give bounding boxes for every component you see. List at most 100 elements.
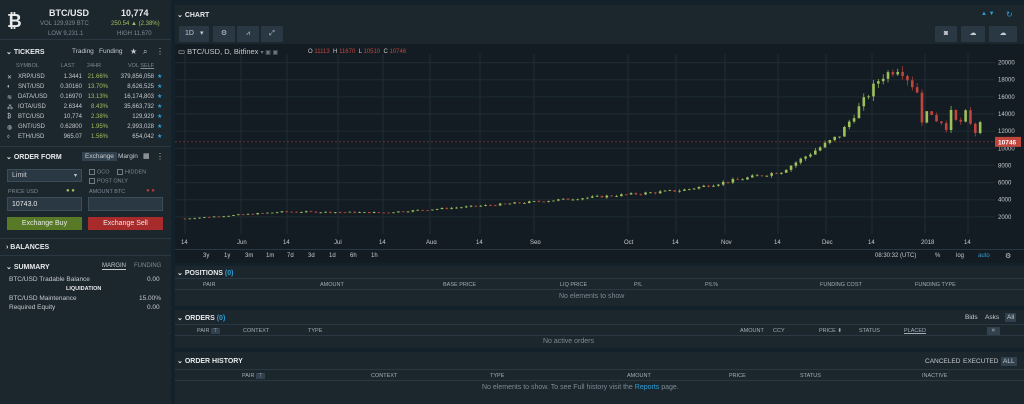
range-button[interactable]: 7d	[287, 253, 294, 259]
tab-funding[interactable]: Funding	[99, 48, 123, 55]
col-type[interactable]: TYPE	[490, 370, 504, 382]
reports-link[interactable]: Reports	[635, 384, 660, 391]
col-amount[interactable]: AMOUNT	[740, 325, 764, 337]
collapse-chevron-icon[interactable]: ⌄	[177, 358, 185, 365]
favorite-star-icon[interactable]: ★	[157, 123, 162, 130]
col-funding-type[interactable]: FUNDING TYPE	[915, 279, 956, 291]
tab-trading[interactable]: Trading	[72, 48, 94, 55]
col-pl[interactable]: P/L	[634, 279, 642, 291]
col-context[interactable]: CONTEXT	[371, 370, 397, 382]
col-funding-cost[interactable]: FUNDING COST	[820, 279, 862, 291]
exchange-buy-button[interactable]: Exchange Buy	[7, 217, 82, 230]
ticker-row[interactable]: ◍ GNT/USD 0.62800 1.95% 2,993,028 ★	[0, 122, 171, 132]
col-placed[interactable]: PLACED	[904, 325, 926, 337]
tab-canceled[interactable]: CANCELED	[925, 358, 960, 365]
range-button[interactable]: 3d	[308, 253, 315, 259]
chart-settings-icon[interactable]: ⚙	[1005, 252, 1011, 260]
tab-margin[interactable]: Margin	[118, 153, 138, 160]
ticker-row[interactable]: ⁂ IOTA/USD 2.6344 8.43% 35,663,732 ★	[0, 102, 171, 112]
range-button[interactable]: 6h	[350, 253, 357, 259]
favorite-star-icon[interactable]: ★	[157, 103, 162, 110]
favorite-star-icon[interactable]: ★	[157, 93, 162, 100]
refresh-icon[interactable]: ↻	[1006, 10, 1013, 19]
col-24hr[interactable]: 24HR	[87, 63, 101, 69]
collapse-chevron-icon[interactable]: ⌄	[6, 264, 14, 271]
ticker-row[interactable]: ✕ XRP/USD 1.3441 21.66% 379,856,058 ★	[0, 72, 171, 82]
favorite-star-icon[interactable]: ★	[157, 83, 162, 90]
range-button[interactable]: 3m	[245, 253, 253, 259]
price-input[interactable]: 10743.0	[7, 197, 82, 211]
amount-input[interactable]	[88, 197, 163, 211]
hidden-checkbox[interactable]: HIDDEN	[117, 169, 146, 175]
collapse-chevron-icon[interactable]: ⌄	[177, 315, 185, 322]
col-status[interactable]: STATUS	[859, 325, 880, 337]
order-type-select[interactable]: Limit ▾	[7, 169, 82, 182]
col-vol[interactable]: VOL SELF	[128, 63, 154, 69]
col-price[interactable]: PRICE	[729, 370, 746, 382]
cancel-all-x-icon[interactable]: ✕	[987, 327, 1000, 335]
chart-settings-gear-icon[interactable]: ⚙	[213, 26, 235, 42]
ticker-row[interactable]: ◐ SNT/USD 0.30160 13.70% 8,626,525 ★	[0, 82, 171, 92]
collapse-chevron-icon[interactable]: ⌄	[177, 12, 185, 19]
favorite-star-icon[interactable]: ★	[157, 73, 162, 80]
collapse-chevron-icon[interactable]: ⌄	[6, 154, 14, 161]
chart-canvas-area[interactable]: ▭ BTC/USD, D, Bitfinex ▾ ▣ ▣ O 11113 H 1…	[175, 44, 1024, 263]
percent-scale-toggle[interactable]: %	[935, 253, 940, 259]
col-price[interactable]: PRICE ⬍	[819, 325, 842, 337]
col-inactive[interactable]: INACTIVE	[922, 370, 947, 382]
col-context[interactable]: CONTEXT	[243, 325, 269, 337]
move-panel-icon[interactable]: ▲ ▼	[981, 11, 995, 17]
post-only-checkbox[interactable]: POST ONLY	[89, 178, 128, 184]
col-pair[interactable]: PAIR ⊤	[242, 370, 265, 382]
tab-summary-funding[interactable]: FUNDING	[134, 263, 161, 269]
tab-bids[interactable]: Bids	[965, 314, 978, 321]
indicators-icon[interactable]: ⩘	[237, 26, 259, 42]
range-button[interactable]: 1m	[266, 253, 274, 259]
ticker-row[interactable]: ₿ BTC/USD 10,774 2.38% 129,929 ★	[0, 112, 171, 122]
tab-summary-margin[interactable]: MARGIN	[102, 263, 126, 270]
fullscreen-icon[interactable]: ⤢	[261, 26, 283, 42]
tab-exchange[interactable]: Exchange	[82, 152, 117, 161]
cloud-save-icon[interactable]: ☁	[961, 26, 985, 42]
log-scale-toggle[interactable]: log	[956, 253, 964, 259]
collapse-chevron-icon[interactable]: ⌄	[6, 49, 14, 56]
col-base-price[interactable]: BASE PRICE	[443, 279, 476, 291]
exchange-sell-button[interactable]: Exchange Sell	[88, 217, 163, 230]
ticker-row[interactable]: ⬨ ETH/USD 965.07 1.56% 654,042 ★	[0, 132, 171, 142]
more-menu-icon[interactable]: ⋮	[156, 47, 164, 56]
calculator-icon[interactable]: ▦	[143, 152, 150, 160]
col-type[interactable]: TYPE	[308, 325, 322, 337]
tab-history-all[interactable]: ALL	[1001, 357, 1017, 366]
interval-select[interactable]: 1D ▾	[179, 26, 209, 42]
collapse-chevron-icon[interactable]: ⌄	[177, 270, 185, 277]
col-liq-price[interactable]: LIQ PRICE	[560, 279, 587, 291]
col-pl-percent[interactable]: P/L%	[705, 279, 718, 291]
favorite-star-icon[interactable]: ★	[157, 133, 162, 140]
tab-executed[interactable]: EXECUTED	[963, 358, 998, 365]
auto-scale-toggle[interactable]: auto	[978, 253, 990, 259]
tab-orders-all[interactable]: All	[1005, 313, 1017, 322]
range-button[interactable]: 1h	[371, 253, 378, 259]
range-button[interactable]: 1d	[329, 253, 336, 259]
range-button[interactable]: 3y	[203, 253, 209, 259]
favorite-star-icon[interactable]: ★	[157, 113, 162, 120]
price-chart[interactable]: 20000 18000 16000 14000 12000 10000 8000 6000 40…	[175, 44, 1024, 244]
col-last[interactable]: LAST	[61, 63, 75, 69]
col-symbol[interactable]: SYMBOL	[16, 63, 39, 69]
camera-icon[interactable]: ◙	[935, 26, 957, 42]
col-pair[interactable]: PAIR	[203, 279, 215, 291]
oco-checkbox[interactable]: OCO	[89, 169, 110, 175]
col-ccy[interactable]: CCY	[773, 325, 785, 337]
favorite-star-icon[interactable]: ★	[130, 47, 137, 56]
ticker-row[interactable]: ≋ DATA/USD 0.16970 13.13% 16,174,803 ★	[0, 92, 171, 102]
tab-asks[interactable]: Asks	[985, 314, 999, 321]
col-amount[interactable]: AMOUNT	[320, 279, 344, 291]
col-pair[interactable]: PAIR ⊤	[197, 325, 220, 337]
search-icon[interactable]: ⌕	[143, 47, 147, 57]
balances-panel[interactable]: › BALANCES	[0, 238, 171, 256]
col-status[interactable]: STATUS	[800, 370, 821, 382]
range-button[interactable]: 1y	[224, 253, 230, 259]
cloud-load-icon[interactable]: ☁	[989, 26, 1017, 42]
col-amount[interactable]: AMOUNT	[627, 370, 651, 382]
more-menu-icon[interactable]: ⋮	[156, 152, 164, 161]
